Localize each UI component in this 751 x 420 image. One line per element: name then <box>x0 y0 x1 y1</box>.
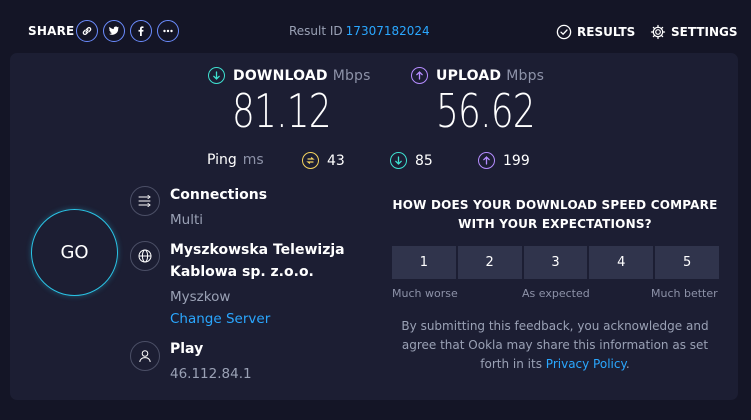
feedback-question-line2: WITH YOUR EXPECTATIONS? <box>458 217 652 231</box>
scale-high-label: Much better <box>651 287 718 300</box>
result-id: Result ID 17307182024 <box>289 24 430 38</box>
download-label: DOWNLOAD <box>233 67 328 84</box>
ping-unit: ms <box>242 152 264 168</box>
share-facebook-button[interactable] <box>130 20 152 42</box>
facebook-icon <box>138 26 144 36</box>
download-header: DOWNLOAD Mbps <box>208 67 371 84</box>
upload-label: UPLOAD <box>436 67 502 84</box>
idle-latency-icon <box>302 152 319 169</box>
results-label: RESULTS <box>577 25 636 39</box>
result-id-link[interactable]: 17307182024 <box>346 24 430 38</box>
share-more-button[interactable] <box>157 20 179 42</box>
rating-button-2[interactable]: 2 <box>457 246 522 279</box>
ping-download-value: 85 <box>415 152 433 169</box>
upload-header: UPLOAD Mbps <box>411 67 544 84</box>
share-twitter-button[interactable] <box>103 20 125 42</box>
globe-icon <box>130 241 160 271</box>
rating-button-1[interactable]: 1 <box>392 246 456 279</box>
disclaimer-line3: forth in its Privacy Policy. <box>392 355 718 374</box>
ping-download: 85 <box>390 152 433 169</box>
download-latency-icon <box>390 152 407 169</box>
connections-icon <box>130 186 160 216</box>
user-icon <box>130 341 160 371</box>
results-button[interactable]: RESULTS <box>556 24 635 40</box>
feedback-question: HOW DOES YOUR DOWNLOAD SPEED COMPARE WIT… <box>392 196 718 234</box>
rating-scale: 1 2 3 4 5 <box>392 246 719 279</box>
upload-latency-icon <box>478 152 495 169</box>
ping-label-group: Ping ms <box>207 152 264 168</box>
ping-label: Ping <box>207 152 237 168</box>
share-label: SHARE <box>28 24 75 38</box>
server-location: Myszkow <box>170 289 231 305</box>
download-speed: 81.12 <box>232 84 332 138</box>
upload-unit: Mbps <box>506 67 545 84</box>
disclaimer-line1: By submitting this feedback, you acknowl… <box>401 319 709 333</box>
download-arrow-icon <box>208 67 225 84</box>
provider-ip: 46.112.84.1 <box>170 366 252 382</box>
share-link-button[interactable] <box>76 20 98 42</box>
ping-upload: 199 <box>478 152 530 169</box>
check-circle-icon <box>556 24 572 40</box>
disclaimer-line3-prefix: forth in its <box>480 357 542 371</box>
scale-low-label: Much worse <box>392 287 458 300</box>
gear-icon <box>650 24 666 40</box>
settings-button[interactable]: SETTINGS <box>650 24 738 40</box>
provider-name: Play <box>170 341 204 357</box>
feedback-disclaimer: By submitting this feedback, you acknowl… <box>392 317 718 374</box>
upload-arrow-icon <box>411 67 428 84</box>
privacy-policy-link[interactable]: Privacy Policy <box>546 357 626 371</box>
more-icon <box>163 29 173 33</box>
twitter-icon <box>109 26 119 35</box>
disclaimer-line2: agree that Ookla may share this informat… <box>401 338 709 352</box>
change-server-link[interactable]: Change Server <box>170 311 270 327</box>
connections-title: Connections <box>170 187 268 203</box>
server-name-line2: Kablowa sp. z.o.o. <box>170 264 314 280</box>
ping-idle-value: 43 <box>327 152 345 169</box>
go-button[interactable]: GO <box>31 209 118 296</box>
ping-idle: 43 <box>302 152 345 169</box>
upload-speed: 56.62 <box>436 84 536 138</box>
download-unit: Mbps <box>332 67 371 84</box>
connections-value: Multi <box>170 212 203 228</box>
link-icon <box>82 27 92 35</box>
rating-button-3[interactable]: 3 <box>523 246 588 279</box>
rating-button-5[interactable]: 5 <box>655 246 719 279</box>
ping-upload-value: 199 <box>503 152 530 169</box>
rating-button-4[interactable]: 4 <box>589 246 654 279</box>
server-name-line1: Myszkowska Telewizja <box>170 242 345 258</box>
disclaimer-line3-suffix: . <box>625 357 630 371</box>
settings-label: SETTINGS <box>671 25 738 39</box>
result-id-label: Result ID <box>289 24 343 38</box>
scale-mid-label: As expected <box>522 287 590 300</box>
feedback-question-line1: HOW DOES YOUR DOWNLOAD SPEED COMPARE <box>392 198 718 212</box>
